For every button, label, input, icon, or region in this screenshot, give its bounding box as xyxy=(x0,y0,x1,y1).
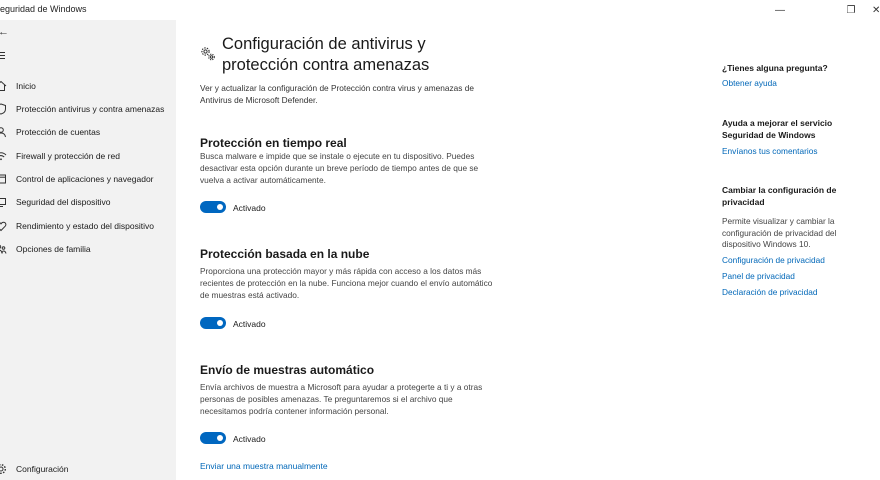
sidebar-item-device-security[interactable]: Seguridad del dispositivo xyxy=(0,191,176,213)
sidebar-item-label: Firewall y protección de red xyxy=(16,151,120,161)
sidebar-item-app-browser-control[interactable]: Control de aplicaciones y navegador xyxy=(0,168,176,190)
gear-icon xyxy=(0,462,8,476)
sample-submission-toggle[interactable] xyxy=(200,432,226,444)
sidebar-item-label: Inicio xyxy=(16,81,36,91)
sample-submission-description: Envía archivos de muestra a Microsoft pa… xyxy=(200,382,483,416)
shield-icon xyxy=(0,102,8,116)
get-help-link[interactable]: Obtener ayuda xyxy=(722,78,777,88)
improve-heading: Ayuda a mejorar el servicio Seguridad de… xyxy=(722,118,833,140)
send-feedback-link[interactable]: Envíanos tus comentarios xyxy=(722,146,817,156)
questions-heading: ¿Tienes alguna pregunta? xyxy=(722,63,828,73)
sidebar: ← Inicio Protección antivirus y contra a… xyxy=(0,20,176,480)
sample-submission-title: Envío de muestras automático xyxy=(200,363,375,377)
sidebar-item-label: Protección antivirus y contra amenazas xyxy=(16,104,165,114)
sidebar-item-label: Opciones de familia xyxy=(16,244,91,254)
sidebar-item-label: Control de aplicaciones y navegador xyxy=(16,174,154,184)
cloud-protection-title: Protección basada en la nube xyxy=(200,247,370,261)
privacy-settings-link[interactable]: Configuración de privacidad xyxy=(722,255,825,265)
privacy-dashboard-link[interactable]: Panel de privacidad xyxy=(722,271,795,281)
realtime-protection-description: Busca malware e impide que se instale o … xyxy=(200,151,479,185)
sidebar-item-label: Rendimiento y estado del dispositivo xyxy=(16,221,154,231)
sidebar-item-settings[interactable]: Configuración xyxy=(0,458,176,480)
device-icon xyxy=(0,195,8,209)
wifi-icon xyxy=(0,149,8,163)
sidebar-item-device-performance[interactable]: Rendimiento y estado del dispositivo xyxy=(0,215,176,237)
home-icon xyxy=(0,79,8,93)
gears-icon xyxy=(200,46,216,62)
maximize-button[interactable]: ❐ xyxy=(831,0,871,20)
cloud-protection-description: Proporciona una protección mayor y más r… xyxy=(200,266,493,300)
window-title: Seguridad de Windows xyxy=(0,4,87,14)
sidebar-item-home[interactable]: Inicio xyxy=(0,75,176,97)
cloud-protection-toggle[interactable] xyxy=(200,317,226,329)
realtime-protection-toggle[interactable] xyxy=(200,201,226,213)
realtime-protection-toggle-label: Activado xyxy=(233,203,266,213)
sidebar-item-label: Seguridad del dispositivo xyxy=(16,197,111,207)
close-button[interactable]: ✕ xyxy=(872,0,880,20)
sidebar-item-label: Configuración xyxy=(16,464,69,474)
privacy-description: Permite visualizar y cambiar la configur… xyxy=(722,216,837,249)
browser-icon xyxy=(0,172,8,186)
page-title: Configuración de antivirus y protección … xyxy=(222,35,430,74)
heart-icon xyxy=(0,219,8,233)
back-arrow-icon[interactable]: ← xyxy=(0,26,9,38)
privacy-statement-link[interactable]: Declaración de privacidad xyxy=(722,287,817,297)
hamburger-menu-icon[interactable] xyxy=(0,48,8,62)
realtime-protection-title: Protección en tiempo real xyxy=(200,136,347,150)
sidebar-item-firewall[interactable]: Firewall y protección de red xyxy=(0,145,176,167)
sidebar-item-virus-protection[interactable]: Protección antivirus y contra amenazas xyxy=(0,98,176,120)
sidebar-item-label: Protección de cuentas xyxy=(16,127,101,137)
sidebar-item-account-protection[interactable]: Protección de cuentas xyxy=(0,121,176,143)
person-icon xyxy=(0,125,8,139)
minimize-button[interactable]: — xyxy=(760,0,800,20)
title-bar: Seguridad de Windows — ❐ ✕ xyxy=(0,0,880,20)
submit-sample-manually-link[interactable]: Enviar una muestra manualmente xyxy=(200,461,328,471)
sample-submission-toggle-label: Activado xyxy=(233,434,266,444)
privacy-heading: Cambiar la configuración de privacidad xyxy=(722,185,837,207)
cloud-protection-toggle-label: Activado xyxy=(233,319,266,329)
sidebar-item-family-options[interactable]: Opciones de familia xyxy=(0,238,176,260)
page-description: Ver y actualizar la configuración de Pro… xyxy=(200,83,474,105)
family-icon xyxy=(0,242,8,256)
